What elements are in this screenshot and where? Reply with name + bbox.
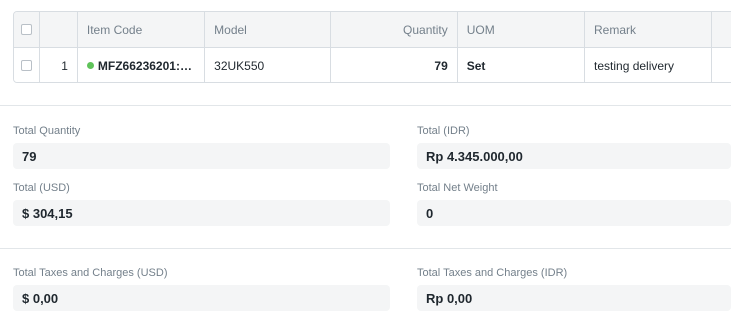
total-net-weight-field: 0: [417, 200, 731, 226]
item-code-cell[interactable]: MFZ66236201: St...: [78, 48, 206, 82]
total-taxes-idr-label: Total Taxes and Charges (IDR): [417, 267, 568, 279]
total-usd-field: $ 304,15: [13, 200, 390, 226]
quantity-cell[interactable]: 79: [331, 48, 458, 82]
extra-header: [712, 12, 731, 47]
row-select-cell[interactable]: [14, 48, 41, 82]
section-divider: [0, 248, 731, 249]
table-header-row: Item Code Model Quantity UOM Remark: [14, 12, 731, 48]
model-cell[interactable]: 32UK550: [205, 48, 332, 82]
status-dot-icon: [86, 62, 94, 69]
items-table: Item Code Model Quantity UOM Remark 1 MF…: [13, 11, 731, 83]
uom-header: UOM: [458, 12, 586, 47]
select-all-cell[interactable]: [14, 12, 41, 47]
row-index: 1: [40, 48, 78, 82]
quantity-header: Quantity: [331, 12, 458, 47]
total-quantity-field: 79: [13, 143, 390, 169]
total-idr-field: Rp 4.345.000,00: [417, 143, 731, 169]
total-usd-label: Total (USD): [13, 182, 70, 194]
remark-cell[interactable]: testing delivery: [585, 48, 713, 82]
total-idr-label: Total (IDR): [417, 125, 470, 137]
item-code-header: Item Code: [78, 12, 206, 47]
model-header: Model: [205, 12, 332, 47]
total-taxes-usd-field: $ 0,00: [13, 285, 390, 311]
total-taxes-usd-label: Total Taxes and Charges (USD): [13, 267, 168, 279]
total-taxes-idr-field: Rp 0,00: [417, 285, 731, 311]
select-all-checkbox[interactable]: [21, 24, 33, 35]
section-divider: [0, 105, 731, 106]
total-net-weight-label: Total Net Weight: [417, 182, 498, 194]
uom-cell[interactable]: Set: [458, 48, 586, 82]
item-code-value: MFZ66236201: St...: [97, 58, 196, 73]
table-row[interactable]: 1 MFZ66236201: St... 32UK550 79 Set test…: [14, 48, 731, 82]
row-extra-cell: [712, 48, 731, 82]
remark-header: Remark: [585, 12, 713, 47]
index-header: [40, 12, 78, 47]
row-checkbox[interactable]: [21, 60, 33, 71]
total-quantity-label: Total Quantity: [13, 125, 81, 137]
